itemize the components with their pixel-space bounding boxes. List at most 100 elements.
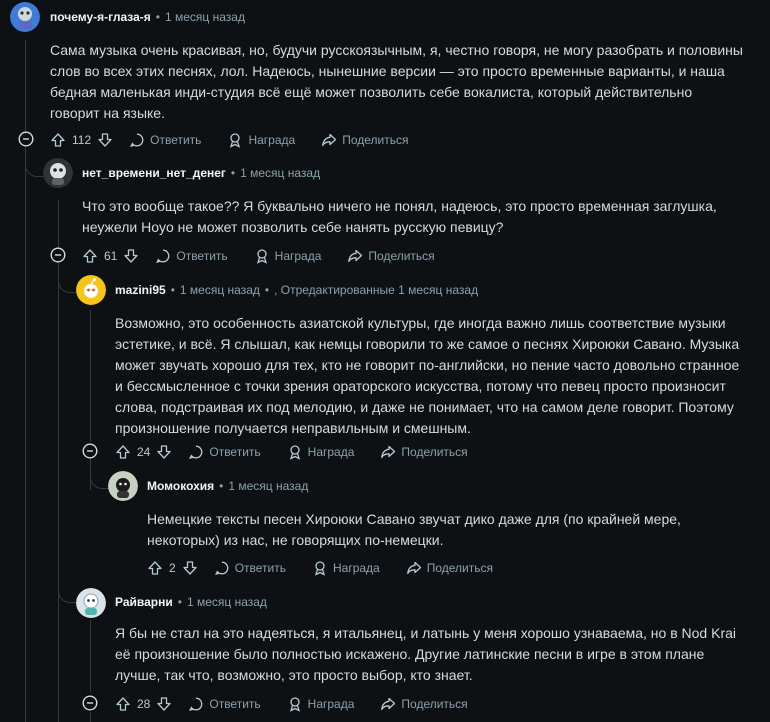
comment-edited: , Отредактированные 1 месяц назад [274, 283, 479, 297]
collapse-icon [82, 695, 98, 711]
award-button[interactable]: Награда [227, 132, 295, 148]
avatar[interactable] [76, 588, 106, 618]
downvote-icon[interactable] [123, 248, 139, 264]
comment-time[interactable]: 1 месяц назад [240, 166, 320, 180]
comment-time[interactable]: 1 месяц назад [180, 283, 260, 297]
reply-label: Ответить [209, 445, 261, 459]
collapse-icon [50, 247, 66, 263]
award-icon [230, 133, 241, 148]
award-button[interactable]: Награда [312, 560, 380, 576]
reply-button[interactable]: Ответить [129, 132, 201, 148]
thread-elbow [58, 570, 77, 603]
separator-dot: • [155, 10, 160, 24]
collapse-icon [82, 443, 98, 459]
comment-body: Что это вообще такое?? Я буквально ничег… [82, 198, 717, 235]
avatar[interactable] [108, 471, 138, 501]
award-label: Награда [307, 697, 355, 711]
reply-button[interactable]: Ответить [188, 444, 261, 460]
collapse-button[interactable] [50, 247, 66, 263]
comment-body: Возможно, это особенность азиатской куль… [115, 315, 740, 436]
comment-icon [130, 133, 144, 148]
reply-button[interactable]: Ответить [214, 560, 286, 576]
share-icon [406, 561, 421, 575]
award-icon [314, 561, 326, 576]
thread-line [58, 264, 59, 722]
thread-elbow [90, 458, 109, 489]
collapse-button[interactable] [82, 443, 98, 459]
award-icon [289, 445, 300, 460]
separator-dot: • [177, 595, 182, 609]
thread-line [90, 620, 91, 692]
comment-meta: Момокохия • 1 месяц назад [147, 479, 308, 493]
vote-group: 112 [50, 132, 113, 148]
avatar[interactable] [43, 158, 73, 188]
thread-line [25, 40, 26, 140]
award-label: Награда [274, 249, 322, 263]
comment-author[interactable]: нет_времени_нет_денег [82, 166, 226, 180]
downvote-icon[interactable] [182, 560, 198, 576]
downvote-icon[interactable] [156, 696, 172, 712]
comment-author[interactable]: Райварни [115, 595, 173, 609]
comment-actions: 24 Ответить Награда Поделиться [115, 440, 494, 464]
vote-count: 2 [169, 561, 176, 575]
share-label: Поделиться [401, 445, 468, 459]
share-button[interactable]: Поделиться [380, 444, 468, 460]
reply-button[interactable]: Ответить [155, 248, 228, 264]
downvote-icon[interactable] [97, 132, 113, 148]
award-button[interactable]: Награда [287, 696, 355, 712]
upvote-icon[interactable] [115, 696, 131, 712]
comment-time[interactable]: 1 месяц назад [228, 479, 308, 493]
share-icon [381, 697, 396, 711]
comment-meta: почему-я-глаза-я • 1 месяц назад [50, 10, 245, 24]
avatar[interactable] [76, 275, 106, 305]
upvote-icon[interactable] [115, 444, 131, 460]
collapse-button[interactable] [18, 131, 34, 147]
comment-actions: 112 Ответить Награда Поделиться [50, 128, 434, 152]
thread-line [58, 200, 59, 248]
comment-author[interactable]: mazini95 [115, 283, 166, 297]
vote-count: 112 [72, 133, 92, 147]
thread-line [25, 148, 26, 722]
award-icon [256, 249, 267, 264]
comment-meta: нет_времени_нет_денег • 1 месяц назад [82, 166, 320, 180]
share-label: Поделиться [426, 561, 493, 575]
share-label: Поделиться [401, 697, 468, 711]
comment-time[interactable]: 1 месяц назад [165, 10, 245, 24]
upvote-icon[interactable] [82, 248, 98, 264]
award-label: Награда [332, 561, 380, 575]
comment-actions: 28 Ответить Награда Поделиться [115, 692, 494, 716]
comment-icon [156, 249, 170, 264]
reply-button[interactable]: Ответить [188, 696, 261, 712]
share-icon [348, 249, 363, 263]
thread-line [90, 712, 91, 722]
comment-author[interactable]: почему-я-глаза-я [50, 10, 151, 24]
comment-actions: 61 Ответить Награда Поделиться [82, 244, 461, 268]
separator-dot: • [264, 283, 270, 297]
share-button[interactable]: Поделиться [321, 132, 408, 148]
share-label: Поделиться [368, 249, 435, 263]
vote-count: 61 [104, 249, 118, 263]
upvote-icon[interactable] [50, 132, 66, 148]
reply-label: Ответить [176, 249, 228, 263]
share-button[interactable]: Поделиться [406, 560, 493, 576]
award-button[interactable]: Награда [254, 248, 322, 264]
separator-dot: • [230, 166, 236, 180]
collapse-button[interactable] [82, 695, 98, 711]
comment-meta: mazini95 • 1 месяц назад • , Отредактиро… [115, 283, 478, 297]
vote-group: 28 [115, 696, 172, 712]
vote-count: 24 [137, 445, 151, 459]
vote-group: 2 [147, 560, 198, 576]
downvote-icon[interactable] [156, 444, 172, 460]
comment-time[interactable]: 1 месяц назад [187, 595, 267, 609]
share-button[interactable]: Поделиться [380, 696, 468, 712]
comment-author[interactable]: Момокохия [147, 479, 214, 493]
upvote-icon[interactable] [147, 560, 163, 576]
comment-actions: 2 Ответить Награда Поделиться [147, 556, 519, 580]
comment-body: Я бы не стал на это надеяться, я итальян… [115, 625, 737, 683]
share-button[interactable]: Поделиться [347, 248, 435, 264]
vote-group: 24 [115, 444, 172, 460]
reply-label: Ответить [209, 697, 261, 711]
avatar[interactable] [10, 2, 40, 32]
share-icon [381, 445, 396, 459]
award-button[interactable]: Награда [287, 444, 354, 460]
